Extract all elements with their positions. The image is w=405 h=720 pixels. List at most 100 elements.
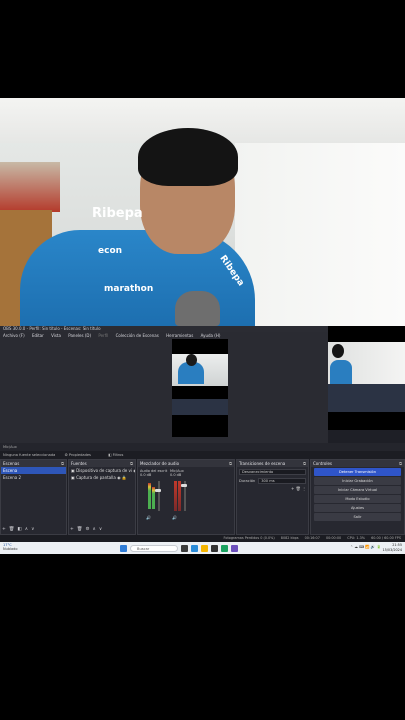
shirt-logo-low: marathon — [104, 284, 154, 294]
mixer-channel-mic: Mic/Aux 0.0 dB 🔊 — [170, 469, 200, 524]
mute-icon[interactable]: 🔊 — [172, 515, 177, 520]
search-placeholder: Buscar — [137, 546, 150, 551]
menu-profile[interactable]: Perfil — [98, 332, 108, 339]
bitrate: 8082 kbps — [280, 536, 299, 540]
controls-dock: Controles ⧉ Detener Transmisión Iniciar G… — [310, 459, 405, 535]
clock[interactable]: 21:55 15/03/2024 — [382, 543, 402, 552]
rec-time: 00:00:00 — [325, 536, 342, 540]
add-transition-icon[interactable]: + — [291, 486, 294, 491]
overlay-screen-capture — [328, 384, 405, 412]
clock-date: 15/03/2024 — [382, 547, 402, 552]
move-down-icon[interactable]: ∨ — [31, 527, 34, 532]
settings-button[interactable]: Ajustes — [314, 504, 401, 512]
source-item-label: Dispositivo de captura de vi — [76, 468, 132, 473]
fps: 60.00 / 60.00 FPS — [371, 536, 401, 540]
volume-fader[interactable] — [158, 481, 160, 511]
menu-docks[interactable]: Paneles (D) — [68, 332, 91, 339]
preview-canvas[interactable] — [0, 339, 328, 443]
transition-select[interactable]: Desvanecimiento — [239, 469, 306, 475]
dock-menu-icon[interactable]: ⧉ — [229, 460, 232, 467]
menu-view[interactable]: Vista — [51, 332, 61, 339]
transitions-dock: Transiciones de escena ⧉ Desvanecimiento … — [236, 459, 309, 535]
preview-person-head — [186, 354, 197, 366]
status-bar: Fotogramas Perdidos 0 (0.0%) 8082 kbps 0… — [0, 535, 405, 542]
sources-dock: Fuentes ⧉ ▣ Dispositivo de captura de vi … — [68, 459, 136, 535]
mixer-title: Mezclador de audio ⧉ — [138, 460, 234, 467]
remove-transition-icon[interactable]: 🗑 — [296, 486, 301, 491]
exit-button[interactable]: Salir — [314, 513, 401, 521]
visibility-eye-icon[interactable]: ◉ — [117, 475, 121, 480]
fader-knob[interactable] — [181, 484, 187, 487]
start-virtual-camera-button[interactable]: Iniciar Cámara Virtual — [314, 486, 401, 494]
mixer-channel-desktop: Audio del escrit 0.0 dB 🔊 — [140, 469, 170, 524]
add-source-icon[interactable]: + — [70, 527, 74, 532]
move-down-icon[interactable]: ∨ — [99, 527, 102, 532]
move-up-icon[interactable]: ∧ — [25, 527, 28, 532]
channel-db: 0.0 dB — [170, 473, 182, 477]
preview-screen-capture — [172, 399, 228, 415]
channel-db: 0.0 dB — [140, 473, 152, 477]
sources-title-text: Fuentes — [71, 461, 87, 466]
live-time: 00:16:07 — [304, 536, 320, 540]
taskbar: 17°C Nublado Buscar ⌃ ☁ ⌨ 📶 🔊 🔋 21:55 15… — [0, 542, 405, 554]
scenes-title-text: Escenas — [3, 461, 20, 466]
mute-icon[interactable]: 🔊 — [146, 515, 151, 520]
chrome-icon[interactable] — [221, 544, 228, 552]
duration-input[interactable]: 300 ms — [258, 478, 306, 484]
dock-menu-icon[interactable]: ⧉ — [399, 460, 402, 467]
obs-window: OBS 30.0.0 - Perfil: Sin título - Escena… — [0, 326, 405, 542]
shirt-logo-left: Ribepa — [92, 206, 143, 221]
dock-menu-icon[interactable]: ⧉ — [303, 460, 306, 467]
transitions-body: Desvanecimiento Duración 300 ms + 🗑 ⋮ — [237, 467, 308, 493]
stop-streaming-button[interactable]: Detener Transmisión — [314, 468, 401, 476]
webcam-overlay-panel — [328, 326, 405, 430]
weather-desc: Nublado — [3, 547, 18, 551]
menu-help[interactable]: Ayuda (H) — [201, 332, 221, 339]
scene-item[interactable]: Escena 2 — [1, 474, 66, 481]
obs-icon[interactable] — [211, 544, 218, 552]
controls-title-text: Controles — [313, 461, 333, 466]
start-recording-button[interactable]: Iniciar Grabación — [314, 477, 401, 485]
source-item[interactable]: ▣ Captura de pantalla ◉ 🔒 — [69, 474, 135, 481]
task-view-icon[interactable] — [181, 544, 188, 552]
dock-menu-icon[interactable]: ⧉ — [130, 460, 133, 467]
context-source-name: Mic/Aux — [3, 445, 17, 449]
add-scene-icon[interactable]: + — [2, 527, 6, 532]
menu-tools[interactable]: Herramientas — [166, 332, 193, 339]
visibility-eye-icon[interactable]: ◉ — [133, 468, 135, 473]
transition-menu-icon[interactable]: ⋮ — [302, 486, 306, 491]
menu-file[interactable]: Archivo (F) — [3, 332, 25, 339]
scene-item[interactable]: Escena — [1, 467, 66, 474]
dock-menu-icon[interactable]: ⧉ — [61, 460, 64, 467]
mixer-title-text: Mezclador de audio — [140, 461, 180, 466]
system-tray[interactable]: ⌃ ☁ ⌨ 📶 🔊 🔋 — [350, 545, 381, 549]
menu-edit[interactable]: Editar — [32, 332, 44, 339]
duration-row: Duración 300 ms — [239, 478, 306, 484]
transition-buttons: + 🗑 ⋮ — [239, 486, 306, 491]
source-item[interactable]: ▣ Dispositivo de captura de vi ◉ 🔒 — [69, 467, 135, 474]
fader-knob[interactable] — [155, 489, 161, 492]
menu-scene-collection[interactable]: Colección de Escenas — [116, 332, 159, 339]
move-up-icon[interactable]: ∧ — [93, 527, 96, 532]
file-explorer-icon[interactable] — [201, 544, 208, 552]
filters-button[interactable]: ◧ Filtros — [108, 453, 131, 457]
start-icon[interactable] — [120, 544, 127, 552]
remove-source-icon[interactable]: 🗑 — [77, 527, 83, 532]
video-frame: Ribepa econ marathon Ribepa OBS 30.0.0 -… — [0, 0, 405, 720]
scenes-title: Escenas ⧉ — [1, 460, 66, 467]
taskbar-search[interactable]: Buscar — [130, 544, 178, 552]
source-settings-icon[interactable]: ⚙ — [86, 527, 90, 532]
lock-icon[interactable]: 🔒 — [122, 475, 127, 480]
app-icon[interactable] — [231, 544, 238, 552]
studio-mode-button[interactable]: Modo Estudio — [314, 495, 401, 503]
remove-scene-icon[interactable]: 🗑 — [9, 527, 15, 532]
weather-widget[interactable]: 17°C Nublado — [3, 543, 18, 551]
shelf-items — [0, 162, 60, 212]
overlay-person — [330, 360, 352, 386]
dropped-frames: Fotogramas Perdidos 0 (0.0%) — [223, 536, 275, 540]
context-bar: Mic/Aux — [0, 443, 405, 451]
edge-icon[interactable] — [191, 544, 198, 552]
properties-button[interactable]: ⚙ Propiedades — [65, 453, 99, 457]
scene-filters-icon[interactable]: ◧ — [18, 527, 22, 532]
overlay-person-head — [332, 344, 344, 358]
